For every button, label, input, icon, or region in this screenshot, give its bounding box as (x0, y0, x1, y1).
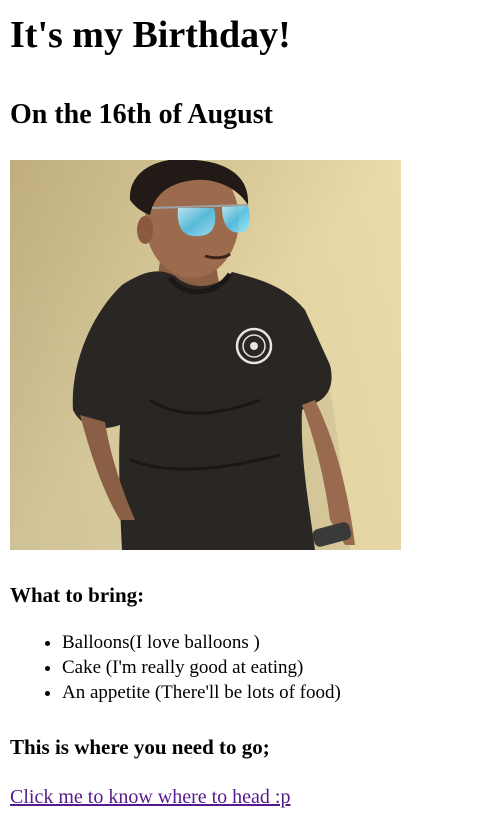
bring-list: Balloons(I love balloons ) Cake (I'm rea… (10, 630, 494, 705)
where-to-go-heading: This is where you need to go; (10, 735, 270, 759)
page-title: It's my Birthday! (10, 14, 291, 56)
list-item: Balloons(I love balloons ) (62, 630, 494, 655)
page-content: It's my Birthday! On the 16th of August (0, 12, 504, 809)
location-link[interactable]: Click me to know where to head :p (10, 785, 291, 809)
list-item: Cake (I'm really good at eating) (62, 655, 494, 680)
list-item: An appetite (There'll be lots of food) (62, 680, 494, 705)
birthday-person-photo (10, 160, 401, 550)
what-to-bring-heading: What to bring: (10, 583, 145, 607)
page-subtitle: On the 16th of August (10, 99, 273, 130)
